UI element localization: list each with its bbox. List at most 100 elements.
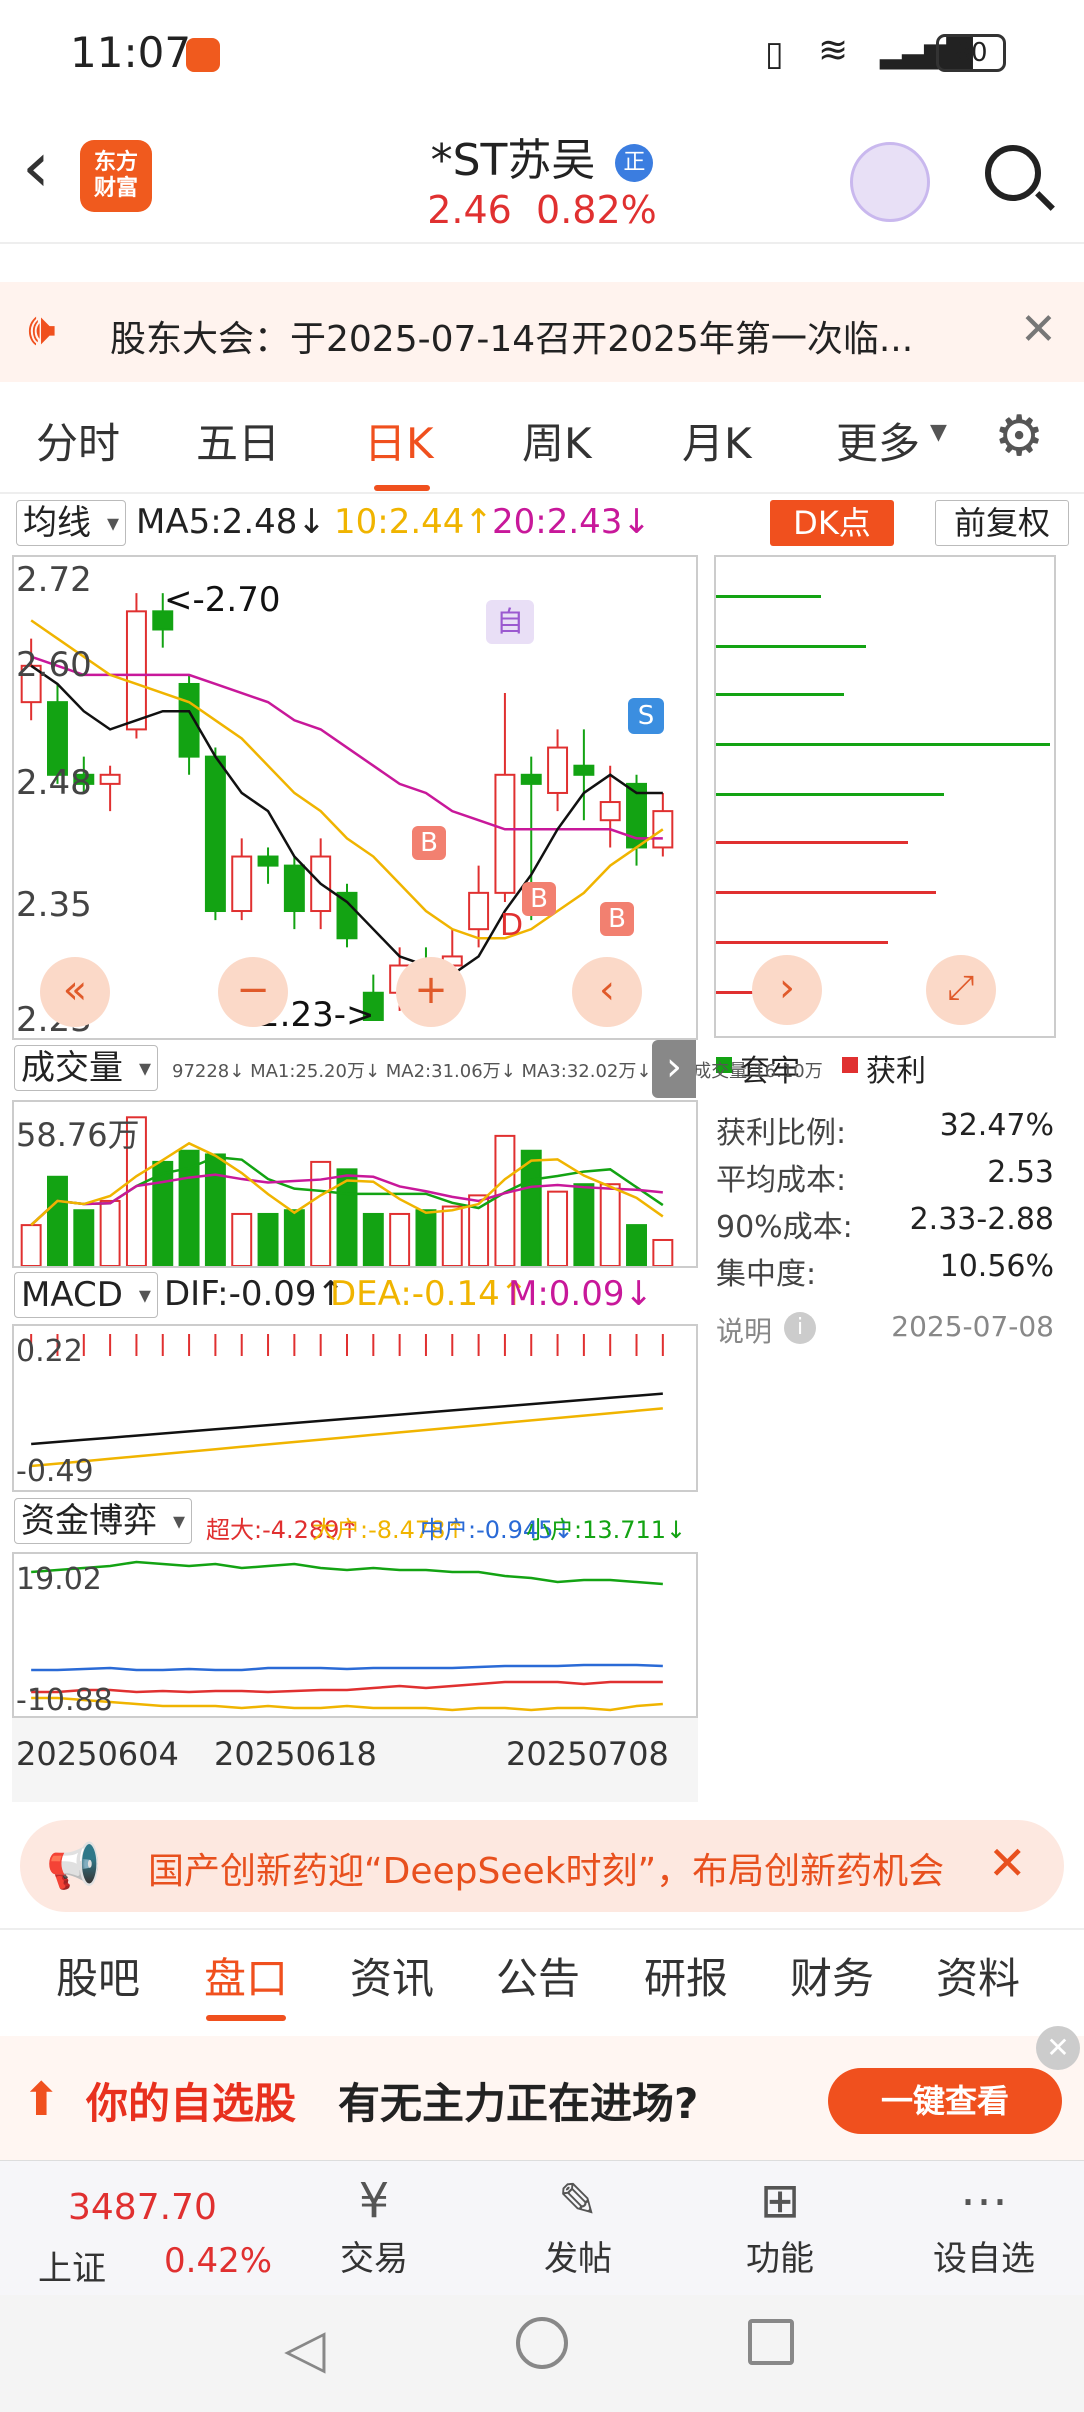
chip-stat-label: 平均成本: <box>716 1163 847 1198</box>
change-percent: 0.82% <box>536 188 657 232</box>
zoom-out-left-icon[interactable]: « <box>40 957 110 1027</box>
nav-trade[interactable]: ¥ 交易 <box>314 2171 434 2280</box>
tab-pankou[interactable]: 盘口 <box>204 1945 288 2006</box>
volume-bar <box>520 1149 542 1266</box>
promo-banner[interactable]: ⬆ 你的自选股 有无主力正在进场? 一键查看 ✕ <box>0 2026 1084 2161</box>
volume-bar <box>573 1183 595 1266</box>
notice-text: 股东大会：于2025-07-14召开2025年第一次临... <box>110 319 914 360</box>
signal-s-badge[interactable]: S <box>628 698 664 734</box>
y-tick-label: 2.35 <box>16 885 92 925</box>
title-badge: 正 <box>615 144 654 182</box>
wifi-icon: ≋ <box>818 30 849 71</box>
banner-text-dark: 有无主力正在进场? <box>338 2079 699 2128</box>
tab-yuek[interactable]: 月K <box>682 410 752 471</box>
tab-more[interactable]: 更多 <box>836 410 920 471</box>
nav-add-watchlist-label: 设自选 <box>933 2239 1035 2279</box>
fq-button[interactable]: 前复权 <box>935 500 1069 546</box>
candle-body <box>599 801 621 822</box>
chip-bar <box>716 891 936 894</box>
volume-bar <box>652 1238 674 1266</box>
robot-avatar-icon[interactable] <box>850 142 930 222</box>
x-date-label: 20250618 <box>214 1735 377 1773</box>
tab-guba[interactable]: 股吧 <box>56 1945 140 2006</box>
index-change: 0.42% <box>164 2241 273 2281</box>
search-icon[interactable] <box>985 145 1041 201</box>
status-bar: 11:07 ▯ ≋ ▂▃▅▇ 80 <box>0 0 1084 110</box>
nav-functions[interactable]: ⊞ 功能 <box>720 2171 840 2280</box>
index-value[interactable]: 3487.70 <box>68 2187 217 2228</box>
chip-stat-label: 90%成本: <box>716 1210 853 1245</box>
volume-bar <box>494 1134 516 1266</box>
banner-button-label: 一键查看 <box>880 2082 1009 2120</box>
candle-body <box>547 746 569 794</box>
nav-functions-label: 功能 <box>746 2239 814 2279</box>
tab-zhouk[interactable]: 周K <box>522 410 592 471</box>
close-icon[interactable]: ✕ <box>1036 2026 1080 2070</box>
scroll-left-icon[interactable]: ‹ <box>572 957 642 1027</box>
signal-b-badge[interactable]: B <box>600 902 634 936</box>
tab-rik[interactable]: 日K <box>364 410 434 471</box>
zoom-minus-icon[interactable]: − <box>218 957 288 1027</box>
dk-button-label: DK点 <box>793 504 871 542</box>
signal-b-badge[interactable]: B <box>412 826 446 860</box>
macd-m: M:0.09↓ <box>508 1274 653 1314</box>
volume-bar <box>599 1183 621 1266</box>
zoom-plus-icon[interactable]: + <box>396 957 466 1027</box>
volume-selector[interactable]: 成交量 <box>14 1045 158 1091</box>
nav-add-watchlist[interactable]: ⋯ 设自选 <box>924 2171 1044 2280</box>
megaphone-icon: 📢 <box>46 1841 101 1892</box>
gear-icon[interactable]: ⚙ <box>994 404 1044 469</box>
dk-button[interactable]: DK点 <box>770 500 894 546</box>
tab-ziliao[interactable]: 资料 <box>936 1945 1020 2006</box>
collapse-panel-button[interactable]: › <box>652 1040 696 1098</box>
tab-gonggao[interactable]: 公告 <box>496 1945 580 2006</box>
macd-y-top: 0.22 <box>16 1334 83 1369</box>
candle-body <box>99 773 121 785</box>
volume-bar <box>283 1209 305 1266</box>
chip-note[interactable]: 说明 <box>716 1310 772 1350</box>
chip-bar <box>716 743 1050 746</box>
close-icon[interactable]: ✕ <box>988 1836 1027 1890</box>
capital-super-line <box>31 1680 663 1694</box>
subtabs-top-divider <box>0 1928 1084 1930</box>
tab-yanbao[interactable]: 研报 <box>644 1945 728 2006</box>
chip-stat-label: 获利比例: <box>716 1116 847 1151</box>
volume-bar <box>626 1224 647 1266</box>
ma20-label: 20:2.43↓ <box>492 502 651 542</box>
macd-dif: DIF:-0.09↑ <box>164 1274 346 1314</box>
high-marker: <-2.70 <box>164 580 281 620</box>
nav-post[interactable]: ✎ 发帖 <box>518 2171 638 2280</box>
tab-wuri[interactable]: 五日 <box>196 410 280 471</box>
macd-selector[interactable]: MACD <box>14 1272 158 1318</box>
next-icon[interactable]: › <box>752 955 822 1025</box>
volume-bar <box>99 1199 121 1266</box>
home-circle-icon[interactable] <box>516 2317 568 2369</box>
info-icon[interactable]: i <box>784 1312 816 1344</box>
volume-bar <box>204 1153 226 1266</box>
capital-y-top: 19.02 <box>16 1562 102 1597</box>
banner-button[interactable]: 一键查看 <box>828 2068 1062 2134</box>
notice-bar[interactable]: 🕪 股东大会：于2025-07-14召开2025年第一次临... ✕ <box>0 282 1084 382</box>
ma-selector[interactable]: 均线 <box>16 500 126 546</box>
tab-fenshi[interactable]: 分时 <box>36 410 120 471</box>
nav-post-label: 发帖 <box>544 2239 612 2279</box>
ad-strip[interactable]: 📢 国产创新药迎“DeepSeek时刻”，布局创新药机会 ✕ <box>20 1820 1064 1912</box>
close-icon[interactable]: ✕ <box>1020 304 1057 355</box>
signal-zi-badge[interactable]: 自 <box>486 600 534 644</box>
volume-stats: 97228↓ MA1:25.20万↓ MA2:31.06万↓ MA3:32.02… <box>172 1061 823 1082</box>
candle-body <box>468 891 490 931</box>
signal-b-badge[interactable]: B <box>522 882 556 916</box>
status-time: 11:07 <box>70 28 192 77</box>
tab-caiwu[interactable]: 财务 <box>790 1945 874 2006</box>
stock-header: ‹ 东方财富 *ST苏吴 正 2.46 0.82% <box>0 110 1084 240</box>
capital-selector[interactable]: 资金博弈 <box>14 1498 192 1544</box>
chart-tabs: 分时 五日 日K 周K 月K 更多 ▼ ⚙ <box>0 404 1084 491</box>
tab-zixun[interactable]: 资讯 <box>350 1945 434 2006</box>
volume-bar <box>441 1205 463 1266</box>
back-triangle-icon[interactable]: ◁ <box>284 2317 326 2380</box>
recents-square-icon[interactable] <box>748 2319 794 2365</box>
expand-icon[interactable]: ⤢ <box>926 955 996 1025</box>
chip-bar <box>716 645 866 648</box>
fq-button-label: 前复权 <box>953 504 1050 542</box>
battery-icon: 80 <box>936 34 1006 72</box>
